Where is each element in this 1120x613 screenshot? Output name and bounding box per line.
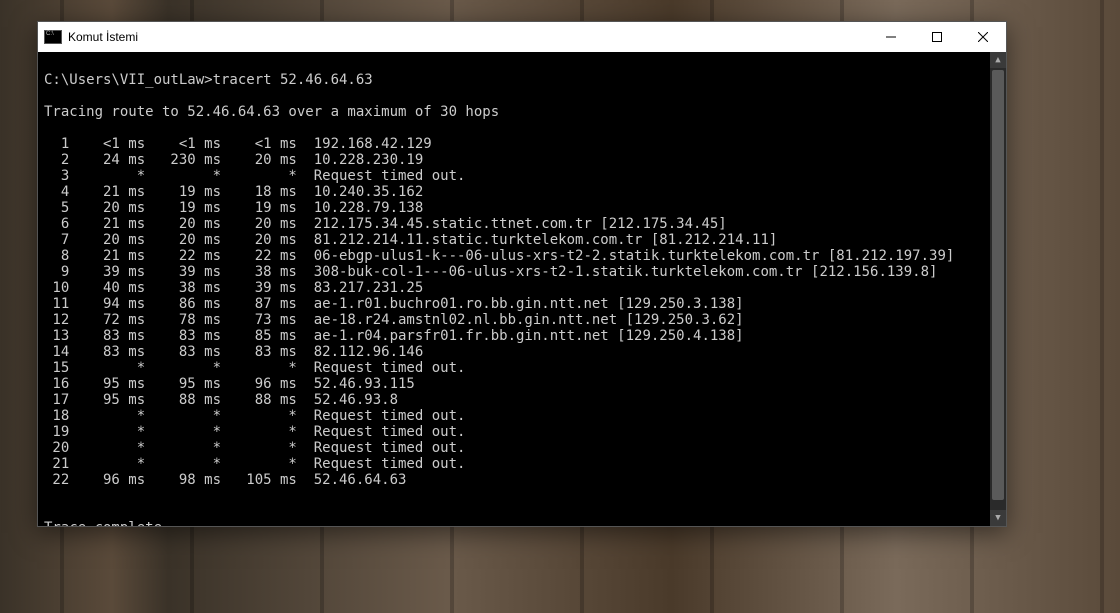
close-button[interactable] bbox=[960, 22, 1006, 52]
scroll-thumb[interactable] bbox=[992, 70, 1004, 500]
window-title: Komut İstemi bbox=[68, 30, 868, 44]
window-controls bbox=[868, 22, 1006, 52]
scroll-up-button[interactable]: ▲ bbox=[990, 52, 1006, 68]
maximize-button[interactable] bbox=[914, 22, 960, 52]
terminal-area: C:\Users\VII_outLaw>tracert 52.46.64.63 … bbox=[38, 52, 1006, 526]
trace-complete: Trace complete. bbox=[44, 520, 170, 526]
tracing-line: Tracing route to 52.46.64.63 over a maxi… bbox=[44, 104, 499, 120]
titlebar[interactable]: Komut İstemi bbox=[38, 22, 1006, 52]
minimize-button[interactable] bbox=[868, 22, 914, 52]
hops-list: 1 <1 ms <1 ms <1 ms 192.168.42.129 2 24 … bbox=[44, 136, 984, 488]
terminal-output[interactable]: C:\Users\VII_outLaw>tracert 52.46.64.63 … bbox=[38, 52, 990, 526]
cmd-icon bbox=[38, 30, 68, 44]
scroll-down-button[interactable]: ▼ bbox=[990, 510, 1006, 526]
prompt-line: C:\Users\VII_outLaw>tracert 52.46.64.63 bbox=[44, 72, 373, 88]
scrollbar[interactable]: ▲ ▼ bbox=[990, 52, 1006, 526]
command-prompt-window: Komut İstemi C:\Users\VII_outLaw>tracert… bbox=[37, 21, 1007, 527]
